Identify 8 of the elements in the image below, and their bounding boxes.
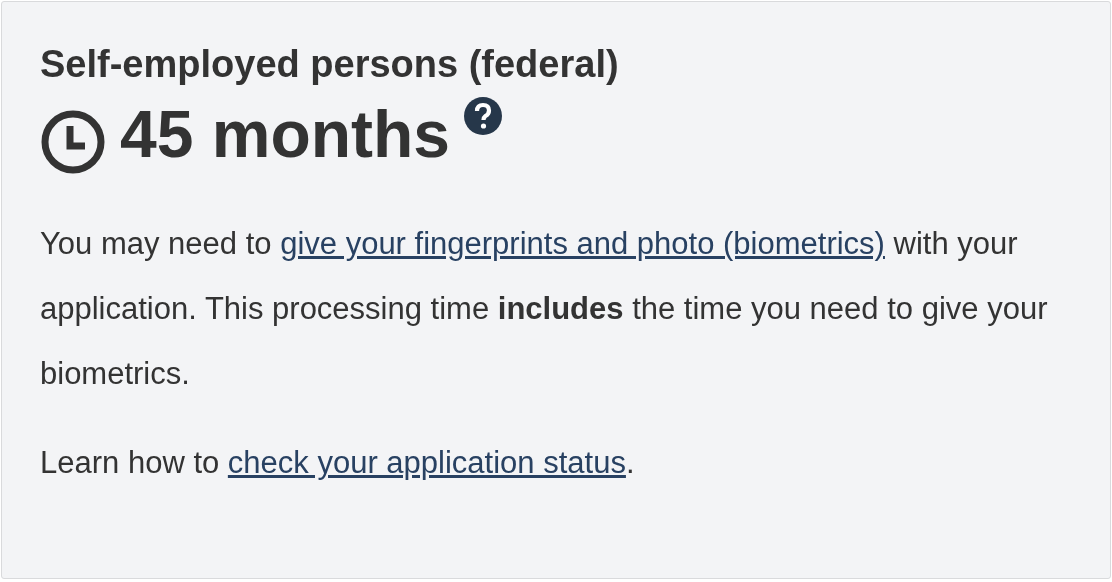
help-icon[interactable] [464, 97, 503, 136]
link[interactable]: give your fingerprints and photo (biometrics) [280, 226, 885, 262]
paragraph: You may need to give your fingerprints and photo (biometrics) with your application. This processing time includes the time you need to give your biometrics. [40, 225, 1049, 394]
paragraph: Learn how to check your application status. [40, 444, 636, 483]
clock-icon [40, 109, 106, 176]
processing-time: 45 months [120, 96, 451, 174]
heading: Self-employed persons (federal) [40, 42, 620, 87]
link[interactable]: check your application status [227, 445, 626, 481]
